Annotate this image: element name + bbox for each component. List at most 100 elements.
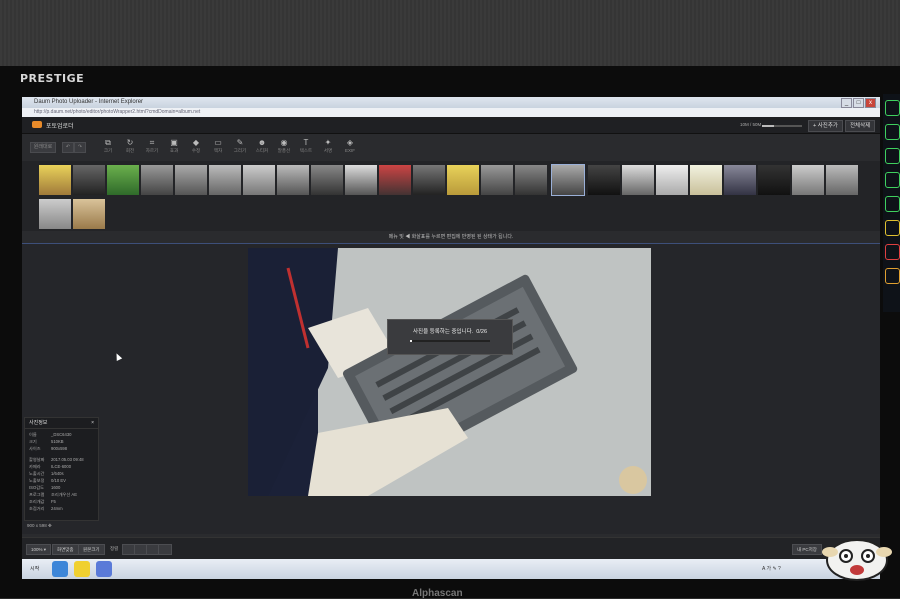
thumbnail[interactable] <box>311 165 343 195</box>
undo-button[interactable]: ↶ <box>62 142 74 153</box>
wall-background <box>0 0 900 70</box>
start-button[interactable]: 시작 <box>22 562 52 576</box>
info-value: 조리개우선 AE <box>51 492 78 497</box>
thumbnail[interactable] <box>141 165 173 195</box>
tool-speech-bubble[interactable]: ◉ 말풍선 <box>274 138 294 154</box>
thumbnail[interactable] <box>588 165 620 195</box>
info-row: 촬영날짜 2017.05.03 09:48 <box>29 457 97 463</box>
thumbnail[interactable] <box>690 165 722 195</box>
side-badge <box>885 124 900 140</box>
daum-logo-icon <box>32 121 42 128</box>
delete-all-button[interactable]: 전체삭제 <box>845 120 876 132</box>
tool-frame[interactable]: ▭ 액자 <box>208 138 228 154</box>
tool-effect[interactable]: ▣ 효과 <box>164 138 184 154</box>
speech-bubble-icon: ◉ <box>280 138 288 147</box>
close-button[interactable]: x <box>865 98 876 108</box>
align-justify-button[interactable] <box>158 544 172 555</box>
thumbnail[interactable] <box>379 165 411 195</box>
photo-preview[interactable] <box>248 248 651 496</box>
info-key: 조리개값 <box>29 499 45 504</box>
photo-info-header: 사진정보 × <box>25 418 98 429</box>
align-label: 정렬 <box>110 546 119 551</box>
resize-icon: ⧉ <box>105 138 111 147</box>
info-value: 0/10 EV <box>51 478 66 483</box>
internet-explorer-icon[interactable] <box>52 561 68 577</box>
thumbnail[interactable] <box>345 165 377 195</box>
side-badge <box>885 244 900 260</box>
thumbnail[interactable] <box>447 165 479 195</box>
system-tray[interactable]: A 가 ✎ ? <box>762 565 781 572</box>
close-icon[interactable]: × <box>91 418 94 428</box>
thumbnail[interactable] <box>413 165 445 195</box>
info-row: 크기 510KB <box>29 439 97 445</box>
info-row: 프로그램 조리개우선 AE <box>29 492 97 498</box>
thumbnail[interactable] <box>758 165 790 195</box>
add-photo-button[interactable]: + 사진추가 <box>808 120 843 132</box>
tool-rotate[interactable]: ↻ 회전 <box>120 138 140 154</box>
thumbnail[interactable] <box>39 165 71 195</box>
upload-progress-fill <box>410 340 412 342</box>
notice-text: 메뉴 및 ◀ 화살표를 누르면 편집에 반영된 된 상태가 됩니다. <box>388 234 514 240</box>
upload-message-text: 사진을 등록하는 중입니다. <box>412 329 474 335</box>
thumbnail[interactable] <box>209 165 241 195</box>
thumbnail[interactable] <box>175 165 207 195</box>
photo-info-panel: 사진정보 × 이름 _DSC6430 크기 510KB 사이즈 900x598 촬영날… <box>24 417 99 521</box>
thumbnail[interactable] <box>73 199 105 229</box>
thumbnail[interactable] <box>724 165 756 195</box>
tool-sticker[interactable]: ☻ 스티커 <box>252 138 272 154</box>
screen: Daum Photo Uploader - Internet Explorer … <box>22 97 880 579</box>
photo-info-title: 사진정보 <box>29 420 48 426</box>
zoom-select[interactable]: 100% ▾ <box>26 544 52 555</box>
maximize-button[interactable]: □ <box>853 98 864 108</box>
thumbnail-selected[interactable] <box>551 164 585 196</box>
tool-label: 서명 <box>323 148 333 153</box>
kakaotalk-icon[interactable] <box>74 561 90 577</box>
thumbnail[interactable] <box>107 165 139 195</box>
thumbnail[interactable] <box>73 165 105 195</box>
thumbnail[interactable] <box>277 165 309 195</box>
info-value: F5 <box>51 499 56 504</box>
tool-signature[interactable]: ✦ 서명 <box>318 138 338 154</box>
info-key: 카메라 <box>29 464 41 469</box>
storage-slider <box>762 125 802 127</box>
thumbnail[interactable] <box>243 165 275 195</box>
info-row: 노출보정 0/10 EV <box>29 478 97 484</box>
reset-button[interactable]: 원래대로 <box>30 142 56 153</box>
app-header: 포토업로더 10M / 50M + 사진추가 전체삭제 <box>22 117 880 134</box>
tool-resize[interactable]: ⧉ 크기 <box>98 138 118 154</box>
tool-exif[interactable]: ◈ EXIF <box>340 138 360 153</box>
thumbnail[interactable] <box>826 165 858 195</box>
minimize-button[interactable]: _ <box>841 98 852 108</box>
fit-screen-button[interactable]: 화면맞춤 <box>52 544 79 555</box>
tool-adjust[interactable]: ◆ 수정 <box>186 138 206 154</box>
original-size-button[interactable]: 원본크기 <box>78 544 105 555</box>
redo-button[interactable]: ↷ <box>74 142 86 153</box>
info-key: 크기 <box>29 439 37 444</box>
photo-uploader-icon[interactable] <box>96 561 112 577</box>
thumbnail[interactable] <box>622 165 654 195</box>
info-key: 초점거리 <box>29 506 45 511</box>
upload-progress-bar <box>410 340 490 342</box>
tool-crop[interactable]: ⌗ 자르기 <box>142 138 162 154</box>
thumbnail[interactable] <box>515 165 547 195</box>
info-row: 이름 _DSC6430 <box>29 432 97 438</box>
info-key: ISO감도 <box>29 485 44 490</box>
info-value: 2017.05.03 09:48 <box>51 457 84 462</box>
tool-draw[interactable]: ✎ 그리기 <box>230 138 250 154</box>
app-title[interactable]: 포토업로더 <box>46 121 74 130</box>
tool-label: 텍스트 <box>299 148 313 153</box>
thumbnail[interactable] <box>39 199 71 229</box>
info-row: 사이즈 900x598 <box>29 446 97 452</box>
info-row: ISO감도 1600 <box>29 485 97 491</box>
side-badge <box>885 196 900 212</box>
adjust-icon: ◆ <box>192 138 200 147</box>
thumbnail[interactable] <box>792 165 824 195</box>
thumbnail[interactable] <box>656 165 688 195</box>
image-dimensions: 900 x 598 ✥ <box>27 523 52 529</box>
exif-icon: ◈ <box>346 138 354 147</box>
address-bar[interactable]: http://p.daum.net/photo/editor/photoWrap… <box>22 108 880 117</box>
thumbnail[interactable] <box>481 165 513 195</box>
info-value: 510KB <box>51 439 64 444</box>
tool-text[interactable]: T 텍스트 <box>296 138 316 154</box>
effect-icon: ▣ <box>170 138 178 147</box>
